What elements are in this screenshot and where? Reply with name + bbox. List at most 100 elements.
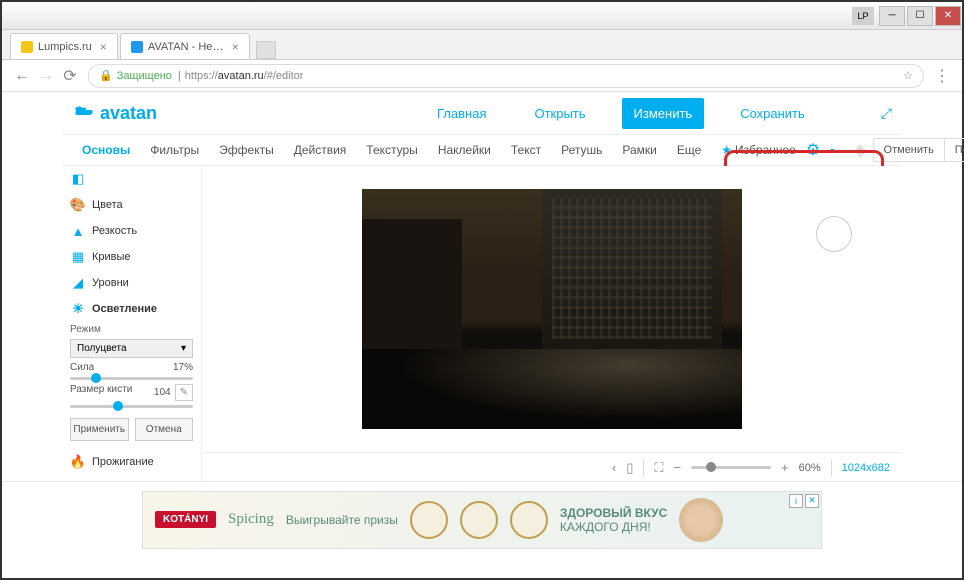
- brush-value: 104: [154, 387, 171, 398]
- clone-icon: ⧉: [70, 480, 86, 482]
- tab-filters[interactable]: Фильтры: [140, 143, 209, 157]
- browser-menu-button[interactable]: ⋮: [930, 66, 954, 86]
- editor-body: ◧ 🎨Цвета ▲Резкость ▦ Кривые ◢Уровни ☀ Осве…: [62, 166, 902, 482]
- zoom-out-button[interactable]: −: [673, 460, 681, 475]
- chevron-down-icon[interactable]: ▾: [830, 146, 834, 155]
- secure-label: Защищено: [117, 70, 172, 82]
- fullscreen-icon[interactable]: ⛶: [654, 460, 663, 476]
- url-input[interactable]: 🔒 Защищено | https:// avatan.ru /#/edito…: [88, 64, 924, 88]
- sidebar-item-sharpness[interactable]: ▲Резкость: [62, 218, 201, 244]
- canvas-area: ‹ ▯ ⛶ − + 60% 1024x682: [202, 166, 902, 482]
- nav-edit[interactable]: Изменить: [622, 98, 705, 129]
- tab-actions[interactable]: Действия: [284, 143, 357, 157]
- strength-label: Сила: [70, 362, 94, 373]
- new-tab-button[interactable]: [256, 41, 276, 59]
- ad-banner[interactable]: KOTÁNYI Spicing Выигрывайте призы ЗДОРОВ…: [142, 491, 822, 549]
- ad-info-icon[interactable]: i: [789, 494, 803, 508]
- tab-text[interactable]: Текст: [501, 143, 551, 157]
- address-bar: ← → ⟳ 🔒 Защищено | https:// avatan.ru /#…: [2, 60, 962, 92]
- sidebar-item-burn[interactable]: 🔥 Прожигание: [62, 449, 201, 475]
- sidebar-item-levels[interactable]: ◢Уровни: [62, 270, 201, 296]
- tab-close-icon[interactable]: ×: [232, 40, 239, 54]
- sidebar-item-brighten[interactable]: ☀ Осветление: [62, 296, 201, 322]
- app-container: avatan Главная Открыть Изменить Сохранит…: [2, 92, 962, 482]
- url-host: avatan.ru: [218, 70, 264, 82]
- nav-home[interactable]: Главная: [425, 98, 498, 129]
- back-button[interactable]: ←: [10, 64, 34, 88]
- app-logo[interactable]: avatan: [72, 103, 157, 124]
- sidebar-item-top[interactable]: ◧: [62, 166, 201, 192]
- tab-frames[interactable]: Рамки: [612, 143, 666, 157]
- maximize-button[interactable]: ☐: [907, 6, 933, 26]
- fullscreen-icon[interactable]: ⤢: [881, 105, 892, 122]
- ad-product-icon: [410, 501, 448, 539]
- nav-save[interactable]: Сохранить: [728, 98, 817, 129]
- main-nav: Главная Открыть Изменить Сохранить ⤢: [425, 98, 892, 129]
- brush-label: Размер кисти: [70, 384, 132, 401]
- sidebar-item-clone[interactable]: ⧉Клонирование: [62, 475, 201, 482]
- gear-icon[interactable]: ⚙: [806, 140, 820, 160]
- minimize-button[interactable]: ─: [879, 6, 905, 26]
- forward-button[interactable]: →: [34, 64, 58, 88]
- flame-icon: 🔥: [70, 454, 86, 470]
- tab-title: Lumpics.ru: [38, 41, 92, 53]
- ad-script-text: Spicing: [228, 511, 274, 528]
- sidebar-label: Прожигание: [92, 456, 154, 468]
- lock-icon: 🔒: [99, 69, 113, 82]
- browser-tab[interactable]: Lumpics.ru ×: [10, 33, 118, 59]
- sidebar-label: Резкость: [92, 225, 137, 237]
- dimensions-label: 1024x682: [842, 462, 890, 474]
- sidebar-item-colors[interactable]: 🎨Цвета: [62, 192, 201, 218]
- user-badge[interactable]: LP: [852, 7, 874, 25]
- sidebar-label: Кривые: [92, 251, 131, 263]
- tab-basics[interactable]: Основы: [72, 143, 140, 157]
- browser-tabbar: Lumpics.ru × AVATAN - Необычный С ×: [2, 30, 962, 60]
- favorites-label: Избранное: [735, 143, 796, 157]
- bookmark-star-icon[interactable]: ☆: [903, 69, 913, 82]
- url-prefix: https://: [185, 70, 218, 82]
- nav-open[interactable]: Открыть: [522, 98, 597, 129]
- undo-redo-group: Отменить Повторить: [873, 138, 964, 162]
- ad-brand-logo: KOTÁNYI: [155, 511, 216, 528]
- reload-button[interactable]: ⟳: [58, 64, 82, 88]
- sun-icon: ☀: [70, 301, 86, 317]
- zoom-slider[interactable]: [691, 466, 771, 469]
- action-row: Применить Отмена: [62, 410, 201, 449]
- tab-title: AVATAN - Необычный С: [148, 41, 224, 53]
- mode-select[interactable]: Полуцвета▾: [70, 339, 193, 358]
- strength-slider-row: Сила17%: [62, 360, 201, 382]
- tab-close-icon[interactable]: ×: [100, 40, 107, 54]
- canvas-image[interactable]: [362, 189, 742, 429]
- close-button[interactable]: ✕: [935, 6, 961, 26]
- browser-tab[interactable]: AVATAN - Необычный С ×: [120, 33, 250, 59]
- redo-button[interactable]: Повторить: [945, 139, 964, 161]
- undo-button[interactable]: Отменить: [874, 139, 945, 161]
- url-path: /#/editor: [264, 70, 304, 82]
- brush-cursor: [816, 216, 852, 252]
- sidebar-label: Уровни: [92, 277, 129, 289]
- tab-more[interactable]: Еще: [667, 143, 711, 157]
- tab-favorites[interactable]: ★Избранное: [711, 143, 806, 157]
- eraser-toggle[interactable]: ✎: [175, 384, 193, 401]
- strength-slider[interactable]: [70, 377, 193, 380]
- bottom-bar: ‹ ▯ ⛶ − + 60% 1024x682: [202, 452, 902, 482]
- ad-product-icon: [510, 501, 548, 539]
- ad-close-icon[interactable]: ✕: [805, 494, 819, 508]
- sidebar-item-curves[interactable]: ▦ Кривые: [62, 244, 201, 270]
- curves-icon: ▦: [70, 249, 86, 265]
- chevron-left-icon[interactable]: ‹: [612, 460, 616, 475]
- sidebar: ◧ 🎨Цвета ▲Резкость ▦ Кривые ◢Уровни ☀ Осве…: [62, 166, 202, 482]
- star-icon: ★: [721, 143, 732, 157]
- fit-icon[interactable]: ▯: [626, 460, 633, 476]
- sidebar-label: Осветление: [92, 303, 157, 315]
- window-titlebar: LP ─ ☐ ✕: [2, 2, 962, 30]
- zoom-in-button[interactable]: +: [781, 460, 789, 475]
- tab-effects[interactable]: Эффекты: [209, 143, 284, 157]
- tab-stickers[interactable]: Наклейки: [428, 143, 501, 157]
- layers-icon[interactable]: ◈: [854, 140, 866, 160]
- tab-retouch[interactable]: Ретушь: [551, 143, 612, 157]
- apply-button[interactable]: Применить: [70, 418, 129, 441]
- cancel-button[interactable]: Отмена: [135, 418, 194, 441]
- brush-slider[interactable]: [70, 405, 193, 408]
- tab-textures[interactable]: Текстуры: [356, 143, 428, 157]
